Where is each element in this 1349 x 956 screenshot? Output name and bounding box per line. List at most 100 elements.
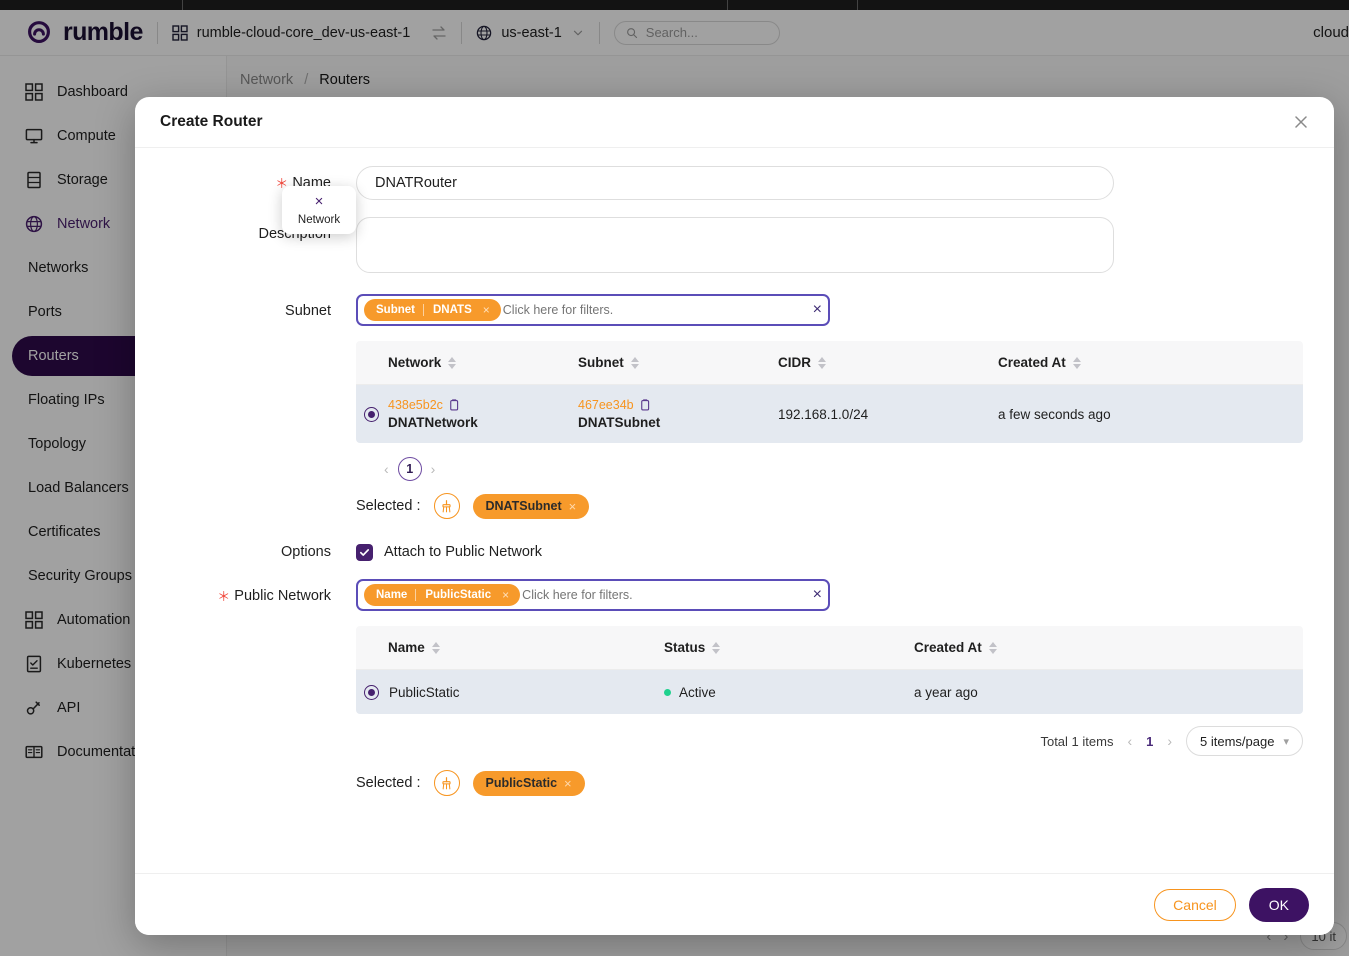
subnet-label: Subnet bbox=[285, 303, 331, 319]
row-created-at: a few seconds ago bbox=[998, 406, 1111, 422]
row-status: Active bbox=[664, 685, 914, 700]
next-page-arrow[interactable]: › bbox=[431, 461, 436, 477]
column-subnet[interactable]: Subnet bbox=[578, 355, 778, 370]
sort-icon[interactable] bbox=[448, 356, 457, 369]
selected-chip: DNATSubnet × bbox=[472, 493, 590, 519]
subnet-filter-clear-icon[interactable]: × bbox=[807, 302, 822, 318]
row-cidr: 192.168.1.0/24 bbox=[778, 406, 869, 422]
row-radio-button[interactable] bbox=[364, 406, 379, 422]
modal-title: Create Router bbox=[160, 113, 263, 130]
items-per-page-value: 5 items/page bbox=[1200, 733, 1275, 749]
description-textarea[interactable] bbox=[356, 217, 1114, 273]
subnet-name: DNATSubnet bbox=[578, 415, 661, 430]
field-row-options: Options Attach to Public Network bbox=[160, 535, 1294, 569]
public-network-control: Name PublicStatic × × Name Statu bbox=[356, 579, 1303, 796]
column-status[interactable]: Status bbox=[664, 640, 914, 655]
chip-remove-icon[interactable]: × bbox=[481, 303, 497, 317]
ok-button[interactable]: OK bbox=[1248, 887, 1309, 922]
sort-icon[interactable] bbox=[818, 356, 826, 369]
page-number-1[interactable]: 1 bbox=[1146, 734, 1153, 749]
chip-key: Name bbox=[364, 589, 417, 601]
row-radio-button[interactable] bbox=[364, 684, 379, 700]
attach-public-network-label: Attach to Public Network bbox=[384, 544, 542, 560]
selected-label: Selected : bbox=[356, 498, 421, 514]
subnet-id-line: 467ee34b bbox=[578, 398, 778, 412]
public-network-label-wrap: ＊ Public Network bbox=[160, 579, 356, 614]
selected-chip-remove-icon[interactable]: × bbox=[564, 776, 572, 791]
row-name-cell: PublicStatic bbox=[356, 684, 664, 700]
chevron-down-icon: ▾ bbox=[1283, 735, 1289, 748]
broom-icon[interactable] bbox=[433, 770, 460, 796]
chip-remove-icon[interactable]: × bbox=[500, 588, 516, 602]
public-network-filter-chip: Name PublicStatic × bbox=[364, 584, 521, 606]
selected-chip-label: DNATSubnet bbox=[485, 499, 562, 513]
required-marker: ＊ bbox=[217, 589, 231, 604]
sort-icon[interactable] bbox=[1072, 356, 1081, 369]
column-label: Status bbox=[664, 640, 706, 655]
next-page-arrow[interactable]: › bbox=[1167, 733, 1172, 749]
row-created-at: a year ago bbox=[914, 684, 978, 700]
close-icon[interactable] bbox=[1290, 111, 1312, 133]
check-icon bbox=[359, 548, 370, 556]
sort-icon[interactable] bbox=[431, 641, 440, 654]
subnet-filter-input[interactable] bbox=[500, 302, 807, 318]
selected-chip-remove-icon[interactable]: × bbox=[569, 499, 577, 514]
network-id-line: 438e5b2c bbox=[388, 398, 478, 412]
field-row-public-network: ＊Public Network Name PublicStatic × × Na bbox=[160, 579, 1303, 796]
subnet-filter-chip: Subnet DNATS × bbox=[364, 299, 501, 321]
name-input[interactable] bbox=[356, 166, 1114, 200]
prev-page-arrow[interactable]: ‹ bbox=[1127, 733, 1132, 749]
column-label: Created At bbox=[914, 640, 982, 655]
chip-key: Subnet bbox=[364, 304, 424, 316]
column-created-at[interactable]: Created At bbox=[914, 640, 1303, 655]
network-name: DNATNetwork bbox=[388, 415, 478, 430]
column-label: CIDR bbox=[778, 355, 811, 370]
subnet-pagination: ‹ 1 › bbox=[356, 443, 1294, 481]
column-created-at[interactable]: Created At bbox=[998, 355, 1303, 370]
prev-page-arrow[interactable]: ‹ bbox=[384, 461, 389, 477]
modal-header: Create Router bbox=[135, 97, 1334, 148]
column-network[interactable]: Network bbox=[356, 355, 578, 370]
modal-footer: Cancel OK bbox=[135, 873, 1334, 935]
options-label: Options bbox=[281, 544, 331, 560]
public-network-selected-row: Selected : PublicStatic × bbox=[356, 756, 1294, 796]
public-network-filter-bar[interactable]: Name PublicStatic × × bbox=[356, 579, 830, 611]
broom-icon[interactable] bbox=[433, 493, 460, 519]
subnet-id[interactable]: 467ee34b bbox=[578, 398, 634, 412]
row-subnet-cell: 467ee34b DNATSubnet bbox=[578, 398, 778, 430]
selected-label: Selected : bbox=[356, 775, 421, 791]
name-control bbox=[356, 166, 1294, 200]
row-name: PublicStatic bbox=[389, 684, 460, 700]
status-dot-icon bbox=[664, 688, 671, 696]
column-label: Name bbox=[388, 640, 425, 655]
table-row[interactable]: PublicStatic Active a year ago bbox=[356, 670, 1303, 714]
chip-value: DNATS bbox=[432, 304, 472, 316]
filter-suggestion-popover[interactable]: × Network bbox=[282, 186, 356, 234]
network-id[interactable]: 438e5b2c bbox=[388, 398, 443, 412]
table-row[interactable]: 438e5b2c DNATNetwork 467ee34b DNATSubnet… bbox=[356, 385, 1303, 443]
public-network-filter-input[interactable] bbox=[520, 587, 807, 603]
column-label: Network bbox=[388, 355, 442, 370]
subnet-control: Subnet DNATS × × × Network Net bbox=[282, 186, 1303, 519]
subnet-filter-bar[interactable]: Subnet DNATS × × bbox=[356, 294, 830, 326]
page-number-1[interactable]: 1 bbox=[397, 457, 422, 481]
selected-chip-label: PublicStatic bbox=[485, 776, 558, 790]
chip-value: PublicStatic bbox=[425, 589, 492, 601]
row-network-cell: 438e5b2c DNATNetwork bbox=[356, 398, 578, 430]
options-control: Attach to Public Network bbox=[356, 535, 1294, 569]
column-label: Subnet bbox=[578, 355, 624, 370]
sort-icon[interactable] bbox=[712, 641, 721, 654]
attach-public-network-checkbox[interactable] bbox=[356, 543, 373, 561]
copy-icon[interactable] bbox=[639, 398, 651, 412]
attach-public-network-row[interactable]: Attach to Public Network bbox=[356, 535, 1294, 569]
popover-close-icon[interactable]: × bbox=[282, 194, 356, 210]
public-network-filter-clear-icon[interactable]: × bbox=[807, 587, 822, 603]
copy-icon[interactable] bbox=[448, 398, 460, 412]
items-per-page-select[interactable]: 5 items/page ▾ bbox=[1186, 726, 1303, 756]
column-cidr[interactable]: CIDR bbox=[778, 355, 998, 370]
sort-icon[interactable] bbox=[630, 356, 639, 369]
sort-icon[interactable] bbox=[988, 641, 997, 654]
cancel-button[interactable]: Cancel bbox=[1154, 888, 1236, 921]
column-name[interactable]: Name bbox=[356, 640, 664, 655]
selected-chip: PublicStatic × bbox=[472, 770, 585, 796]
